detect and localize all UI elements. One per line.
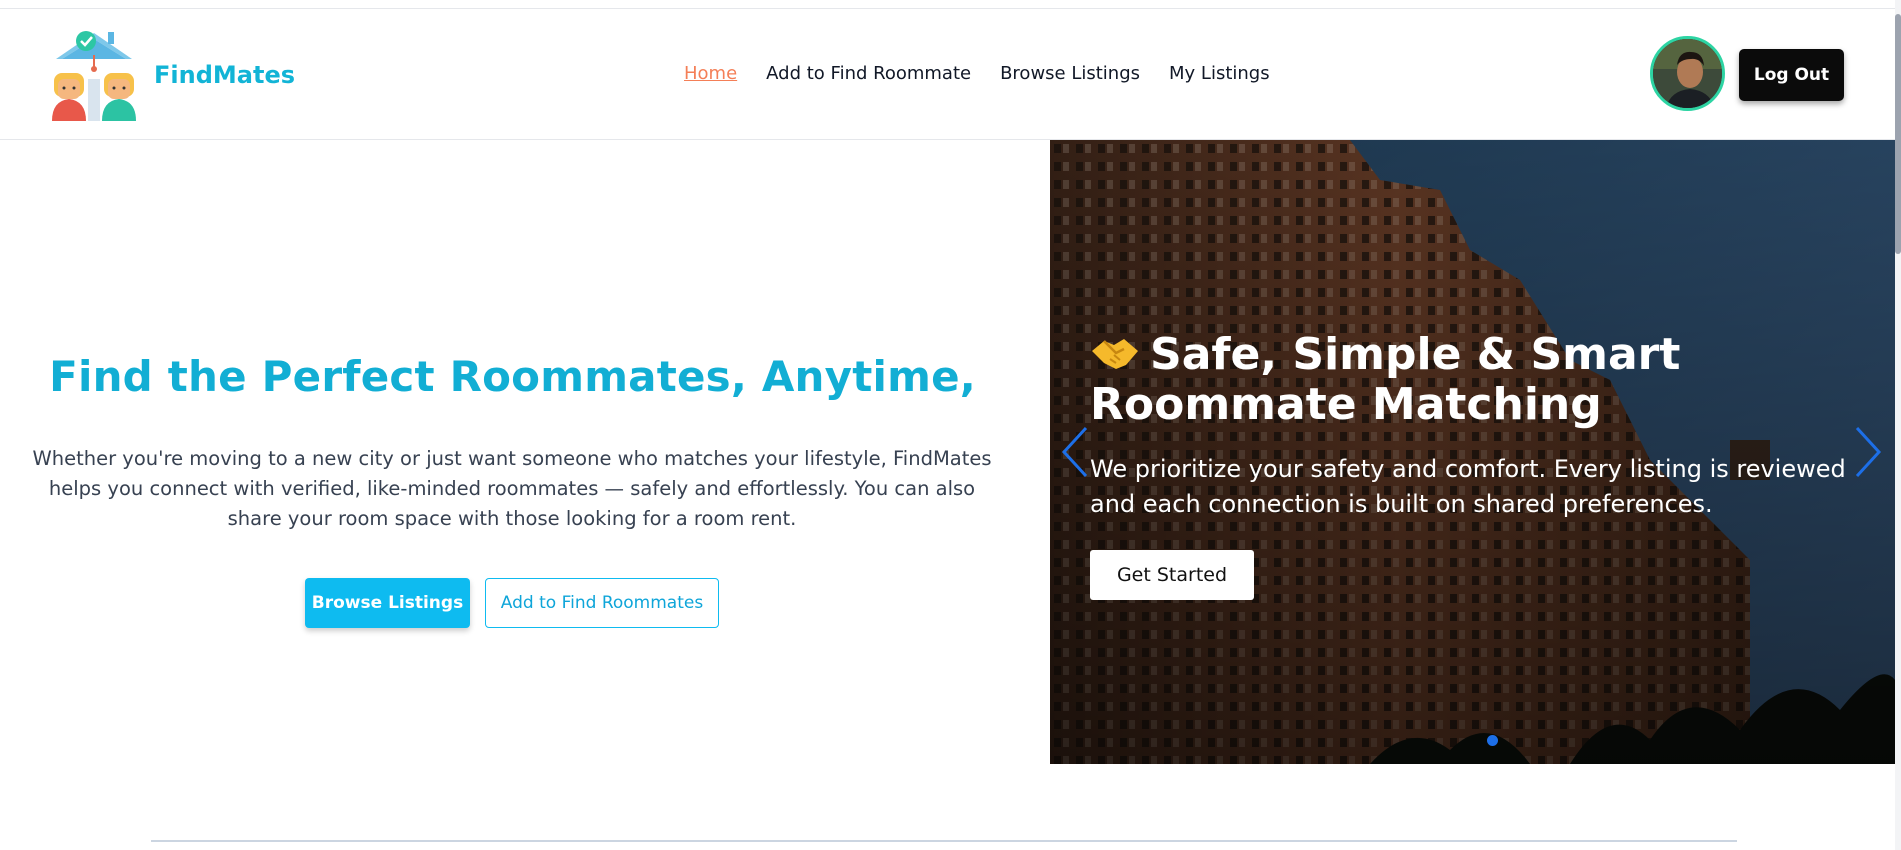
user-avatar[interactable]: [1650, 36, 1725, 111]
findmates-logo-icon: [52, 31, 136, 121]
nav-item-browse-listings[interactable]: Browse Listings: [1000, 63, 1140, 84]
navbar: FindMates Home Add to Find Roommate Brow…: [0, 9, 1895, 140]
carousel-dot-active[interactable]: [1487, 735, 1498, 746]
slide-title-text: Safe, Simple & Smart Roommate Matching: [1090, 329, 1681, 430]
hero-actions: Browse Listings Add to Find Roommates: [305, 578, 719, 628]
slide-text: We prioritize your safety and comfort. E…: [1090, 455, 1846, 518]
hero-description: Whether you're moving to a new city or j…: [32, 447, 992, 530]
nav-item-my-listings[interactable]: My Listings: [1169, 63, 1270, 84]
page-scrollbar[interactable]: [1895, 0, 1901, 850]
user-photo-icon: [1653, 39, 1722, 108]
get-started-button[interactable]: Get Started: [1090, 550, 1254, 600]
chevron-left-icon[interactable]: [1056, 420, 1096, 484]
hero-carousel: Safe, Simple & Smart Roommate Matching W…: [1050, 140, 1895, 764]
carousel-slide: Safe, Simple & Smart Roommate Matching W…: [1090, 330, 1850, 600]
nav-item-home[interactable]: Home: [684, 63, 737, 84]
brand-link[interactable]: FindMates: [48, 29, 295, 121]
section-divider: [151, 840, 1737, 842]
handshake-icon: [1092, 339, 1138, 369]
scrollbar-thumb[interactable]: [1895, 14, 1901, 254]
browse-listings-button[interactable]: Browse Listings: [305, 578, 470, 628]
add-to-find-roommates-button[interactable]: Add to Find Roommates: [485, 578, 719, 628]
brand-name: FindMates: [154, 61, 295, 89]
logout-button[interactable]: Log Out: [1739, 49, 1844, 101]
slide-title: Safe, Simple & Smart Roommate Matching: [1090, 330, 1850, 430]
main-nav: Home Add to Find Roommate Browse Listing…: [684, 63, 1270, 84]
hero-title: Find the Perfect Roommates, Anytime,: [49, 352, 976, 401]
hero-section: Find the Perfect Roommates, Anytime, Whe…: [0, 140, 1050, 765]
nav-item-add-to-find-roommate[interactable]: Add to Find Roommate: [766, 63, 971, 84]
chevron-right-icon[interactable]: [1847, 420, 1887, 484]
